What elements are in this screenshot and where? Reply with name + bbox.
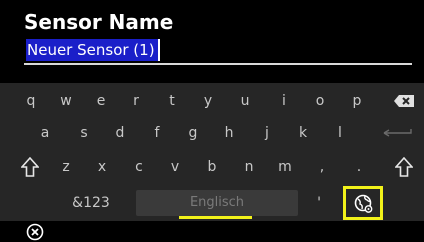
keyboard-row-4: &123 Englisch ' (0, 186, 424, 221)
sensor-name-input[interactable]: Neuer Sensor (1) (24, 37, 412, 65)
key-q[interactable]: q (19, 86, 43, 116)
key-h[interactable]: h (217, 118, 241, 148)
keyboard-row-3: zxcvbnm,. (0, 152, 424, 182)
key-i[interactable]: i (272, 86, 296, 116)
key-d[interactable]: d (108, 118, 132, 148)
key-f[interactable]: f (145, 118, 169, 148)
space-bar[interactable]: Englisch (136, 190, 298, 219)
key-r[interactable]: r (124, 86, 148, 116)
space-bar-label: Englisch (189, 195, 245, 210)
shift-left-key[interactable] (16, 152, 44, 182)
onscreen-keyboard: qwertyuiop asdfghjkl zxcvbnm,. &123 Engl… (0, 83, 424, 221)
enter-icon (383, 129, 412, 137)
close-keyboard-button[interactable] (26, 223, 44, 241)
symbols-key[interactable]: &123 (66, 188, 116, 218)
key-u[interactable]: u (233, 86, 257, 116)
language-settings-button[interactable] (343, 186, 383, 220)
key-y[interactable]: y (196, 86, 220, 116)
sensor-name-screen: Sensor Name Neuer Sensor (1) qwertyuiop … (0, 0, 424, 242)
key-e[interactable]: e (89, 86, 113, 116)
header: Sensor Name Neuer Sensor (1) (0, 0, 424, 70)
shift-right-key[interactable] (390, 152, 418, 182)
key-g[interactable]: g (181, 118, 205, 148)
key-b[interactable]: b (200, 152, 224, 182)
close-circle-icon (26, 223, 44, 241)
shift-icon (395, 157, 413, 177)
key-n[interactable]: n (237, 152, 261, 182)
shift-icon (21, 157, 39, 177)
key-j[interactable]: j (255, 118, 279, 148)
key-t[interactable]: t (160, 86, 184, 116)
key-v[interactable]: v (163, 152, 187, 182)
key-p[interactable]: p (345, 86, 369, 116)
enter-key[interactable] (376, 118, 418, 148)
key-m[interactable]: m (273, 152, 297, 182)
key-z[interactable]: z (54, 152, 78, 182)
page-title: Sensor Name (24, 10, 174, 34)
key-o[interactable]: o (308, 86, 332, 116)
key-x[interactable]: x (90, 152, 114, 182)
keyboard-row-2: asdfghjkl (0, 118, 424, 148)
bottom-bar (0, 221, 424, 242)
backspace-key[interactable] (390, 86, 418, 116)
key-period[interactable]: . (347, 152, 371, 182)
key-a[interactable]: a (33, 118, 57, 148)
key-k[interactable]: k (291, 118, 315, 148)
key-s[interactable]: s (72, 118, 96, 148)
key-w[interactable]: w (54, 86, 78, 116)
globe-settings-icon (354, 194, 373, 213)
keyboard-row-1: qwertyuiop (0, 86, 424, 116)
text-caret (158, 39, 160, 61)
key-apostrophe[interactable]: ' (312, 188, 326, 218)
key-c[interactable]: c (127, 152, 151, 182)
key-l[interactable]: l (328, 118, 352, 148)
key-comma[interactable]: , (310, 152, 334, 182)
backspace-icon (394, 95, 414, 107)
language-indicator (179, 216, 252, 219)
sensor-name-value: Neuer Sensor (1) (26, 39, 158, 61)
